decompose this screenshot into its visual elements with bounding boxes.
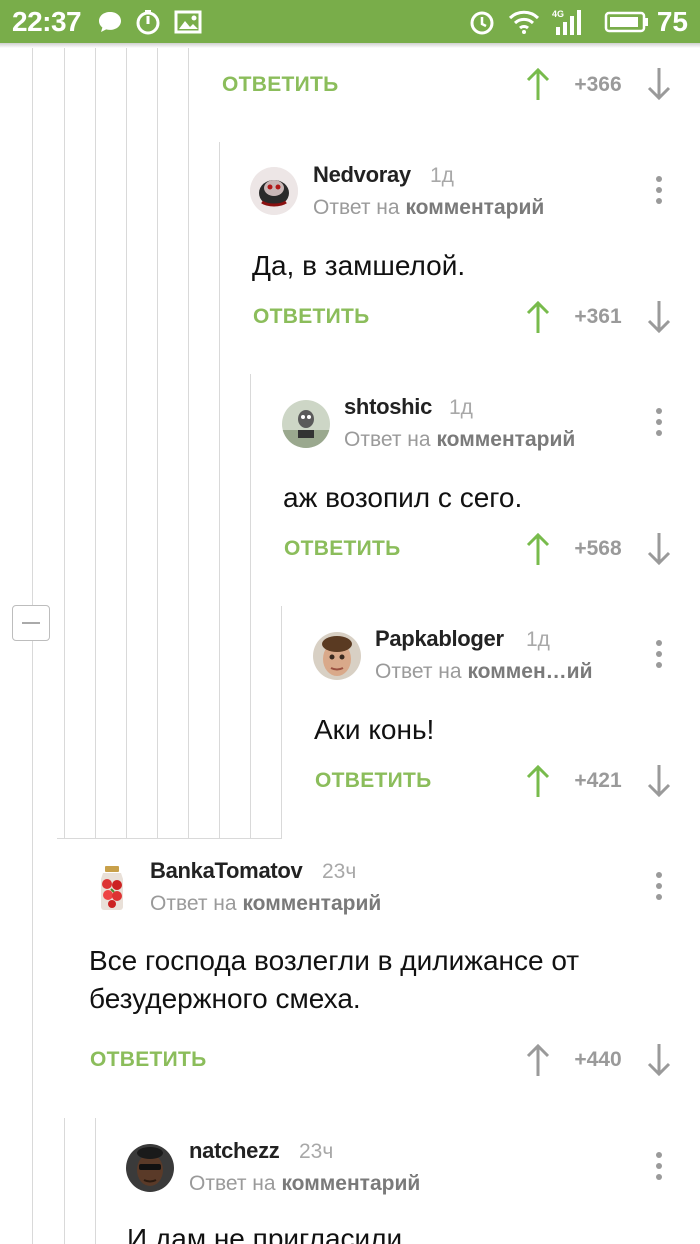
comment-text: Все господа возлегли в дилижансе от безу… <box>89 945 580 1014</box>
avatar-image <box>88 864 136 912</box>
reply-to-label: Ответ на комментарий <box>150 892 381 916</box>
comment-score: +366 <box>574 73 622 96</box>
reply-to-prefix: Ответ на <box>344 428 431 451</box>
comment-author[interactable]: Nedvoray <box>313 162 411 188</box>
collapse-thread-button[interactable] <box>12 605 50 641</box>
avatar-image <box>313 632 361 680</box>
downvote-arrow-icon[interactable] <box>644 531 674 567</box>
comment-score: +421 <box>574 769 622 792</box>
comment-score: +568 <box>574 537 622 560</box>
more-options-icon[interactable] <box>651 1149 667 1183</box>
comment-age: 23ч <box>322 860 357 883</box>
avatar[interactable] <box>250 167 298 215</box>
comment-author[interactable]: Papkabloger <box>375 626 504 652</box>
alarm-icon <box>466 0 498 43</box>
reply-to-prefix: Ответ на <box>313 196 400 219</box>
reply-to-link[interactable]: комментарий <box>405 196 544 219</box>
timer-icon <box>133 0 163 43</box>
avatar-image <box>250 167 298 215</box>
avatar[interactable] <box>88 864 136 912</box>
comment-text: аж возопил с сего. <box>283 482 523 513</box>
reply-to-prefix: Ответ на <box>150 892 237 915</box>
upvote-arrow-icon[interactable] <box>523 531 553 567</box>
downvote-arrow-icon[interactable] <box>644 66 674 102</box>
network-type-label: 4G <box>552 9 564 19</box>
comment-age: 1д <box>430 164 454 187</box>
avatar-image <box>126 1144 174 1192</box>
reply-to-label: Ответ на комментарий <box>313 196 544 220</box>
comment-author[interactable]: shtoshic <box>344 394 432 420</box>
reply-button[interactable]: ОТВЕТИТЬ <box>253 305 370 329</box>
comment-text: Аки конь! <box>314 714 435 745</box>
comment-text: Да, в замшелой. <box>252 250 466 281</box>
upvote-arrow-icon[interactable] <box>523 763 553 799</box>
reply-button[interactable]: ОТВЕТИТЬ <box>90 1048 207 1072</box>
upvote-arrow-icon[interactable] <box>523 1042 553 1078</box>
reply-to-link[interactable]: коммен…ий <box>467 660 592 683</box>
reply-button[interactable]: ОТВЕТИТЬ <box>222 73 339 97</box>
reply-to-prefix: Ответ на <box>375 660 462 683</box>
reply-to-label: Ответ на комментарий <box>189 1172 420 1196</box>
comment-age: 23ч <box>299 1140 334 1163</box>
comment-score: +361 <box>574 305 622 328</box>
avatar[interactable] <box>126 1144 174 1192</box>
upvote-arrow-icon[interactable] <box>523 66 553 102</box>
comment-score: +440 <box>574 1048 622 1071</box>
comment-text: И дам не пригласили... <box>127 1223 426 1244</box>
battery-level: 75 <box>656 6 688 37</box>
status-time: 22:37 <box>12 6 82 37</box>
reply-to-label: Ответ на комментарий <box>344 428 575 452</box>
more-options-icon[interactable] <box>651 405 667 439</box>
battery-icon <box>603 0 651 43</box>
reply-button[interactable]: ОТВЕТИТЬ <box>284 537 401 561</box>
avatar[interactable] <box>313 632 361 680</box>
status-bar-shadow <box>0 43 700 48</box>
signal-icon: 4G <box>549 0 591 43</box>
reply-to-link[interactable]: комментарий <box>242 892 381 915</box>
wifi-icon <box>507 0 541 43</box>
comment-age: 1д <box>449 396 473 419</box>
reply-to-prefix: Ответ на <box>189 1172 276 1195</box>
status-bar: 22:37 4G 75 <box>0 0 700 48</box>
reply-button[interactable]: ОТВЕТИТЬ <box>315 769 432 793</box>
avatar[interactable] <box>282 400 330 448</box>
comment-author[interactable]: BankaTomatov <box>150 858 303 884</box>
image-icon <box>172 0 204 43</box>
downvote-arrow-icon[interactable] <box>644 763 674 799</box>
more-options-icon[interactable] <box>651 869 667 903</box>
downvote-arrow-icon[interactable] <box>644 299 674 335</box>
comment-age: 1д <box>526 628 550 651</box>
downvote-arrow-icon[interactable] <box>644 1042 674 1078</box>
comment-author[interactable]: natchezz <box>189 1138 280 1164</box>
upvote-arrow-icon[interactable] <box>523 299 553 335</box>
avatar-image <box>282 400 330 448</box>
reply-to-link[interactable]: комментарий <box>436 428 575 451</box>
reply-to-link[interactable]: комментарий <box>281 1172 420 1195</box>
reply-to-label: Ответ на коммен…ий <box>375 660 592 684</box>
more-options-icon[interactable] <box>651 173 667 207</box>
more-options-icon[interactable] <box>651 637 667 671</box>
chat-bubble-icon <box>95 0 125 43</box>
